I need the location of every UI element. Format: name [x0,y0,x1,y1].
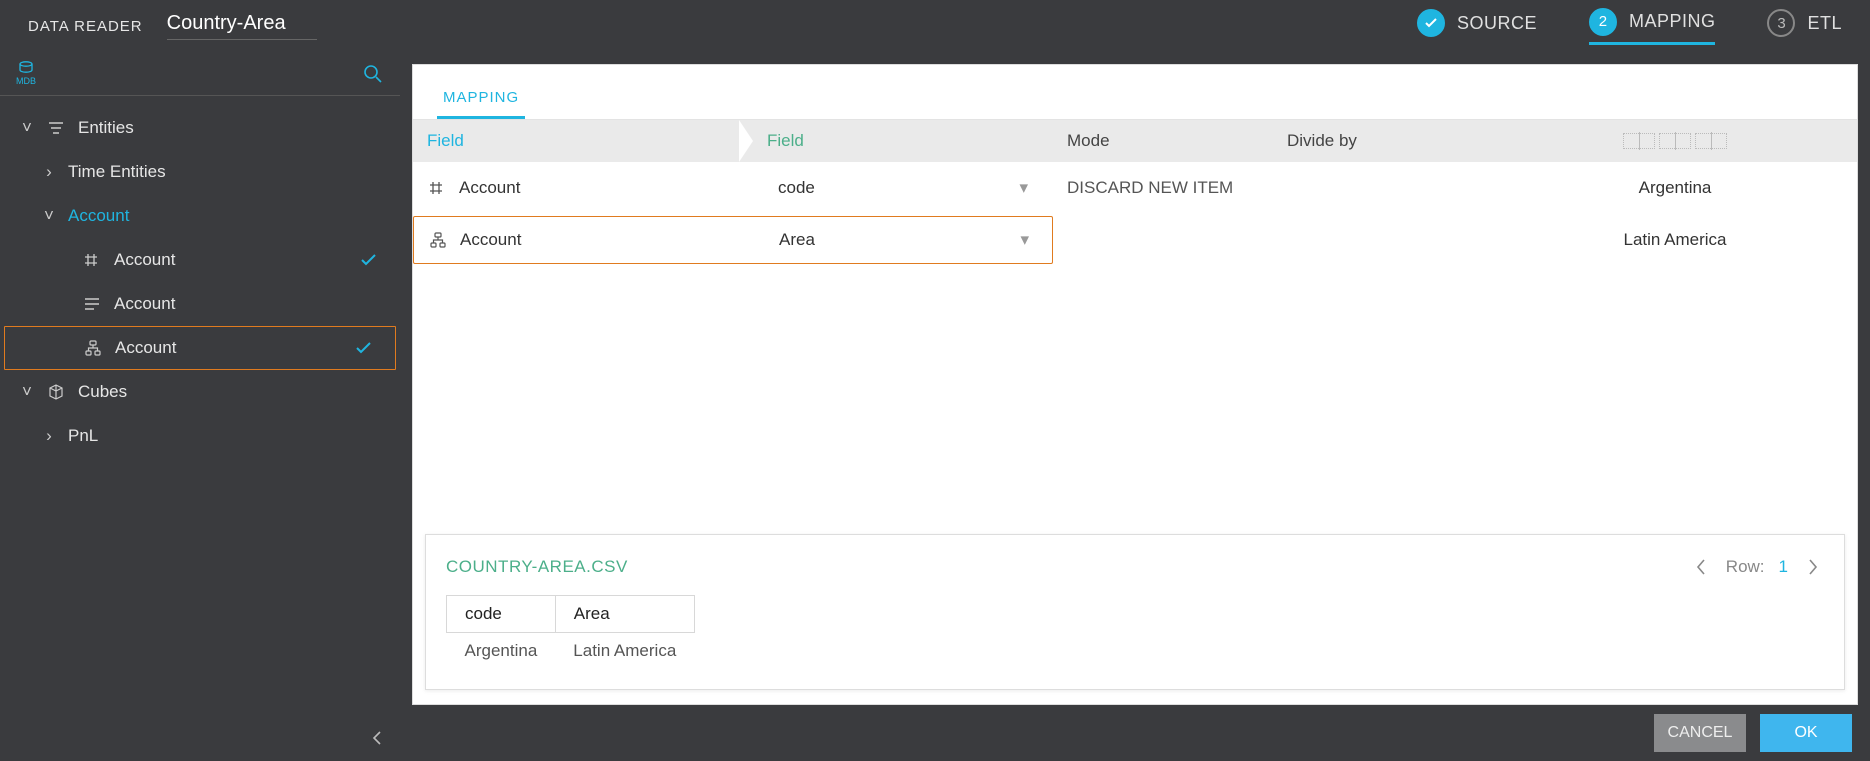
grid-header: Field Field Mode Divide by [413,120,1857,162]
step-number-icon: 2 [1589,8,1617,36]
divide-cell[interactable] [1273,162,1493,214]
chevron-right-icon: › [42,162,56,182]
collapse-sidebar-icon[interactable] [368,729,386,747]
ok-button[interactable]: OK [1760,714,1852,752]
preview-cell: Latin America [555,633,694,670]
preview-cell: Argentina [447,633,556,670]
tree-label: Cubes [78,382,127,402]
col-spark [1493,133,1857,149]
col-source-field: Field [413,131,753,151]
tree-account[interactable]: ˅ Account [0,194,400,238]
app-title: DATA READER [28,18,143,35]
divide-cell[interactable] [1273,214,1493,266]
tree-label: Entities [78,118,134,138]
mapping-row: Account Area ▾ Latin America [413,214,1857,266]
document-name[interactable]: Country-Area [167,12,317,40]
preview-title: COUNTRY-AREA.CSV [446,557,628,577]
tree-label: Account [114,250,175,270]
step-label: MAPPING [1629,11,1716,32]
target-field-select[interactable]: Area ▾ [768,220,1040,260]
preview-table: code Area Argentina Latin America [446,595,695,669]
step-label: SOURCE [1457,13,1537,34]
tree-label: Account [68,206,129,226]
preview-row: Argentina Latin America [447,633,695,670]
sample-value: Argentina [1493,162,1857,214]
tree-cubes[interactable]: ˅ Cubes [0,370,400,414]
step-source[interactable]: SOURCE [1417,9,1537,43]
mapping-grid: Field Field Mode Divide by [413,120,1857,518]
tree-entities[interactable]: ˅ Entities [0,106,400,150]
target-field-cell[interactable]: Area ▾ [754,217,1054,263]
step-label: ETL [1807,13,1842,34]
tree-time-entities[interactable]: › Time Entities [0,150,400,194]
step-mapping[interactable]: 2 MAPPING [1589,8,1716,45]
target-field-select[interactable]: code ▾ [767,168,1039,208]
mdb-label: MDB [16,76,36,86]
tree-account-hier[interactable]: Account [4,326,396,370]
content-tabs: MAPPING [413,65,1857,120]
cancel-button[interactable]: CANCEL [1654,714,1746,752]
mapping-row: Account code ▾ DISCARD NEW ITEM Argentin… [413,162,1857,214]
tree-account-code[interactable]: Account [0,238,400,282]
mode-cell[interactable] [1053,214,1273,266]
chevron-down-icon: ˅ [42,206,56,226]
row-label: Row: [1726,557,1765,577]
hash-icon [427,180,447,196]
preview-col: code [447,596,556,633]
source-field-label: Account [460,230,521,250]
tree-label: Account [114,294,175,314]
tree-pnl[interactable]: › PnL [0,414,400,458]
list-icon [46,121,66,135]
hierarchy-icon [428,232,448,248]
sample-value: Latin America [1493,214,1857,266]
chevron-down-icon: ˅ [20,118,34,138]
step-etl[interactable]: 3 ETL [1767,9,1842,43]
hash-icon [82,252,102,268]
chevron-down-icon: ▾ [1019,178,1028,198]
col-mode: Mode [1053,131,1273,151]
check-icon [1417,9,1445,37]
tree-label: Time Entities [68,162,166,182]
tab-mapping[interactable]: MAPPING [437,79,525,119]
chevron-down-icon: ˅ [20,382,34,402]
col-target-field: Field [753,131,818,151]
row-navigator: Row: 1 [1690,553,1824,581]
search-icon[interactable] [362,63,384,85]
sidebar-tree: ˅ Entities › Time Entities ˅ Account Acc… [0,96,400,468]
tree-label: PnL [68,426,98,446]
top-bar: DATA READER Country-Area SOURCE 2 MAPPIN… [0,0,1870,52]
tree-label: Account [115,338,176,358]
target-field-cell[interactable]: code ▾ [753,162,1053,214]
source-field-cell[interactable]: Account [413,162,753,214]
check-icon [353,337,375,359]
source-field-label: Account [459,178,520,198]
target-field-value: code [778,178,815,198]
target-field-value: Area [779,230,815,250]
sidebar: MDB ˅ Entities › Time Entities ˅ Account [0,52,400,761]
footer: CANCEL OK [400,705,1870,761]
chevron-right-icon: › [42,426,56,446]
alignment-icon [1507,133,1843,149]
text-lines-icon [82,297,102,311]
hierarchy-icon [83,340,103,356]
mode-cell[interactable]: DISCARD NEW ITEM [1053,162,1273,214]
prev-row-icon[interactable] [1690,553,1712,581]
check-icon [358,249,380,271]
chevron-down-icon: ▾ [1020,230,1029,250]
preview-panel: COUNTRY-AREA.CSV Row: 1 [425,534,1845,690]
step-number-icon: 3 [1767,9,1795,37]
row-number: 1 [1779,557,1788,577]
tree-account-desc[interactable]: Account [0,282,400,326]
source-field-cell[interactable]: Account [414,217,754,263]
preview-col: Area [555,596,694,633]
col-divide: Divide by [1273,131,1493,151]
cube-icon [46,384,66,400]
next-row-icon[interactable] [1802,553,1824,581]
content-area: MAPPING Field Field Mode Divide by [400,52,1870,761]
database-icon[interactable]: MDB [16,61,36,86]
